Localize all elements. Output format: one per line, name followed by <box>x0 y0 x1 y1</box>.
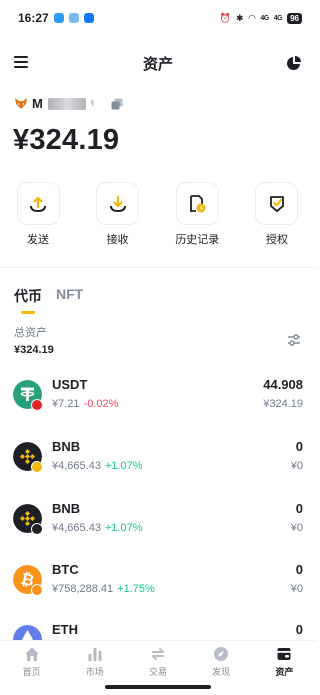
receive-label: 接收 <box>106 234 129 246</box>
signal-icon-2: 4G <box>273 14 283 22</box>
notification-phone-icon <box>83 13 94 23</box>
token-price-value: ¥7.21 <box>52 398 80 410</box>
quick-actions: 发送 接收 历史记录 授权 <box>0 182 316 247</box>
wallet-selector[interactable]: M ⚕ <box>14 96 123 111</box>
nav-label: 首页 <box>22 667 41 677</box>
send-icon <box>30 196 46 212</box>
wallet-name: M <box>32 96 43 111</box>
authorize-label: 授权 <box>265 234 288 246</box>
filter-settings-icon[interactable] <box>287 333 301 347</box>
signal-icon: 4G <box>260 14 269 22</box>
token-amount: 0 <box>295 622 303 637</box>
home-icon <box>24 647 39 661</box>
copy-icon[interactable] <box>111 98 123 110</box>
receive-button[interactable]: 接收 <box>96 182 140 247</box>
total-assets-label: 总资产 <box>14 327 47 339</box>
authorize-icon <box>270 195 284 212</box>
history-button[interactable]: 历史记录 <box>175 182 219 247</box>
market-icon <box>88 648 102 661</box>
tab-nft[interactable]: NFT <box>56 286 83 306</box>
send-button[interactable]: 发送 <box>16 182 60 247</box>
menu-icon[interactable] <box>14 56 28 68</box>
token-price-value: ¥4,665.43 <box>52 522 101 534</box>
send-label: 发送 <box>27 234 49 246</box>
token-value: ¥0 <box>290 522 303 534</box>
section-divider <box>0 267 316 268</box>
token-symbol: BNB <box>52 501 81 516</box>
token-price: ¥4,665.43 +1.07% <box>52 460 143 472</box>
discover-icon <box>214 647 229 661</box>
token-row-bnb[interactable]: BNB ¥4,665.43 +1.07% 0 ¥0 <box>0 439 316 489</box>
home-indicator[interactable] <box>105 685 211 689</box>
tron-network-badge-icon <box>31 399 43 411</box>
token-change: +1.07% <box>104 522 143 534</box>
nav-home[interactable]: 首页 <box>7 646 57 695</box>
alarm-icon: ⏰ <box>219 12 231 23</box>
bluetooth-icon: ✱ <box>235 12 244 23</box>
token-symbol: USDT <box>52 377 88 392</box>
token-change: -0.02% <box>83 398 119 410</box>
nav-label: 发现 <box>212 667 231 677</box>
history-label: 历史记录 <box>175 234 220 246</box>
authorize-button-box[interactable] <box>255 182 299 225</box>
tab-tokens[interactable]: 代币 <box>14 286 42 314</box>
bsc-network-badge-icon <box>31 461 43 473</box>
bitcoin-network-badge-icon <box>31 584 43 596</box>
status-bar: 16:27 ⏰ ✱ ◠ 4G 4G 96 <box>0 0 316 36</box>
trade-icon <box>151 648 164 660</box>
token-row-btc[interactable]: ₿ BTC ¥758,288.41 +1.75% 0 ¥0 <box>0 562 316 612</box>
token-price: ¥4,665.43 +1.07% <box>52 522 143 534</box>
token-symbol: BTC <box>52 562 79 577</box>
nav-label: 市场 <box>85 667 104 677</box>
wallet-name-tail: ⚕ <box>89 98 95 108</box>
status-right: ⏰ ✱ ◠ 4G 4G 96 <box>219 12 302 24</box>
wallet-icon <box>277 648 291 660</box>
token-amount: 0 <box>295 501 303 516</box>
token-price-value: ¥758,288.41 <box>52 583 114 595</box>
history-button-box[interactable] <box>175 182 219 225</box>
receive-button-box[interactable] <box>96 182 140 225</box>
status-time: 16:27 <box>18 11 49 25</box>
nav-wallet[interactable]: 资产 <box>259 646 309 695</box>
token-value: ¥0 <box>290 460 303 472</box>
notification-app-icon <box>68 13 79 23</box>
token-amount: 0 <box>295 562 303 577</box>
receive-icon <box>109 195 126 212</box>
token-row-usdt[interactable]: USDT ¥7.21 -0.02% 44.908 ¥324.19 <box>0 377 316 427</box>
token-row-bnb-2[interactable]: BNB ¥4,665.43 +1.07% 0 ¥0 <box>0 501 316 551</box>
token-price: ¥758,288.41 +1.75% <box>52 583 155 595</box>
pie-chart-icon[interactable] <box>286 55 302 71</box>
status-left: 16:27 <box>18 11 94 25</box>
wallet-name-mask <box>47 97 86 110</box>
wifi-icon: ◠ <box>248 12 256 23</box>
nav-label: 交易 <box>148 667 167 677</box>
page-header: 资产 <box>0 46 316 80</box>
notification-app-icon <box>53 13 64 23</box>
token-symbol: ETH <box>52 622 78 637</box>
nav-label: 资产 <box>275 667 294 677</box>
token-amount: 0 <box>295 439 303 454</box>
history-icon <box>190 194 206 212</box>
token-change: +1.75% <box>117 583 155 595</box>
token-value: ¥0 <box>290 583 303 595</box>
total-balance: ¥324.19 <box>13 124 120 156</box>
battery-indicator: 96 <box>287 12 302 24</box>
authorize-button[interactable]: 授权 <box>255 182 299 247</box>
send-button-box[interactable] <box>16 182 60 225</box>
token-value: ¥324.19 <box>263 398 303 410</box>
token-amount: 44.908 <box>263 377 303 392</box>
total-assets-value: ¥324.19 <box>14 344 54 356</box>
fox-wallet-icon <box>15 98 27 109</box>
token-change: +1.07% <box>104 460 143 472</box>
token-price: ¥7.21 -0.02% <box>52 398 118 410</box>
asset-tabs: 代币 NFT <box>14 286 83 314</box>
token-symbol: BNB <box>52 439 81 454</box>
bnb-chain-badge-icon <box>31 523 43 535</box>
page-title: 资产 <box>142 55 173 73</box>
token-price-value: ¥4,665.43 <box>52 460 101 472</box>
